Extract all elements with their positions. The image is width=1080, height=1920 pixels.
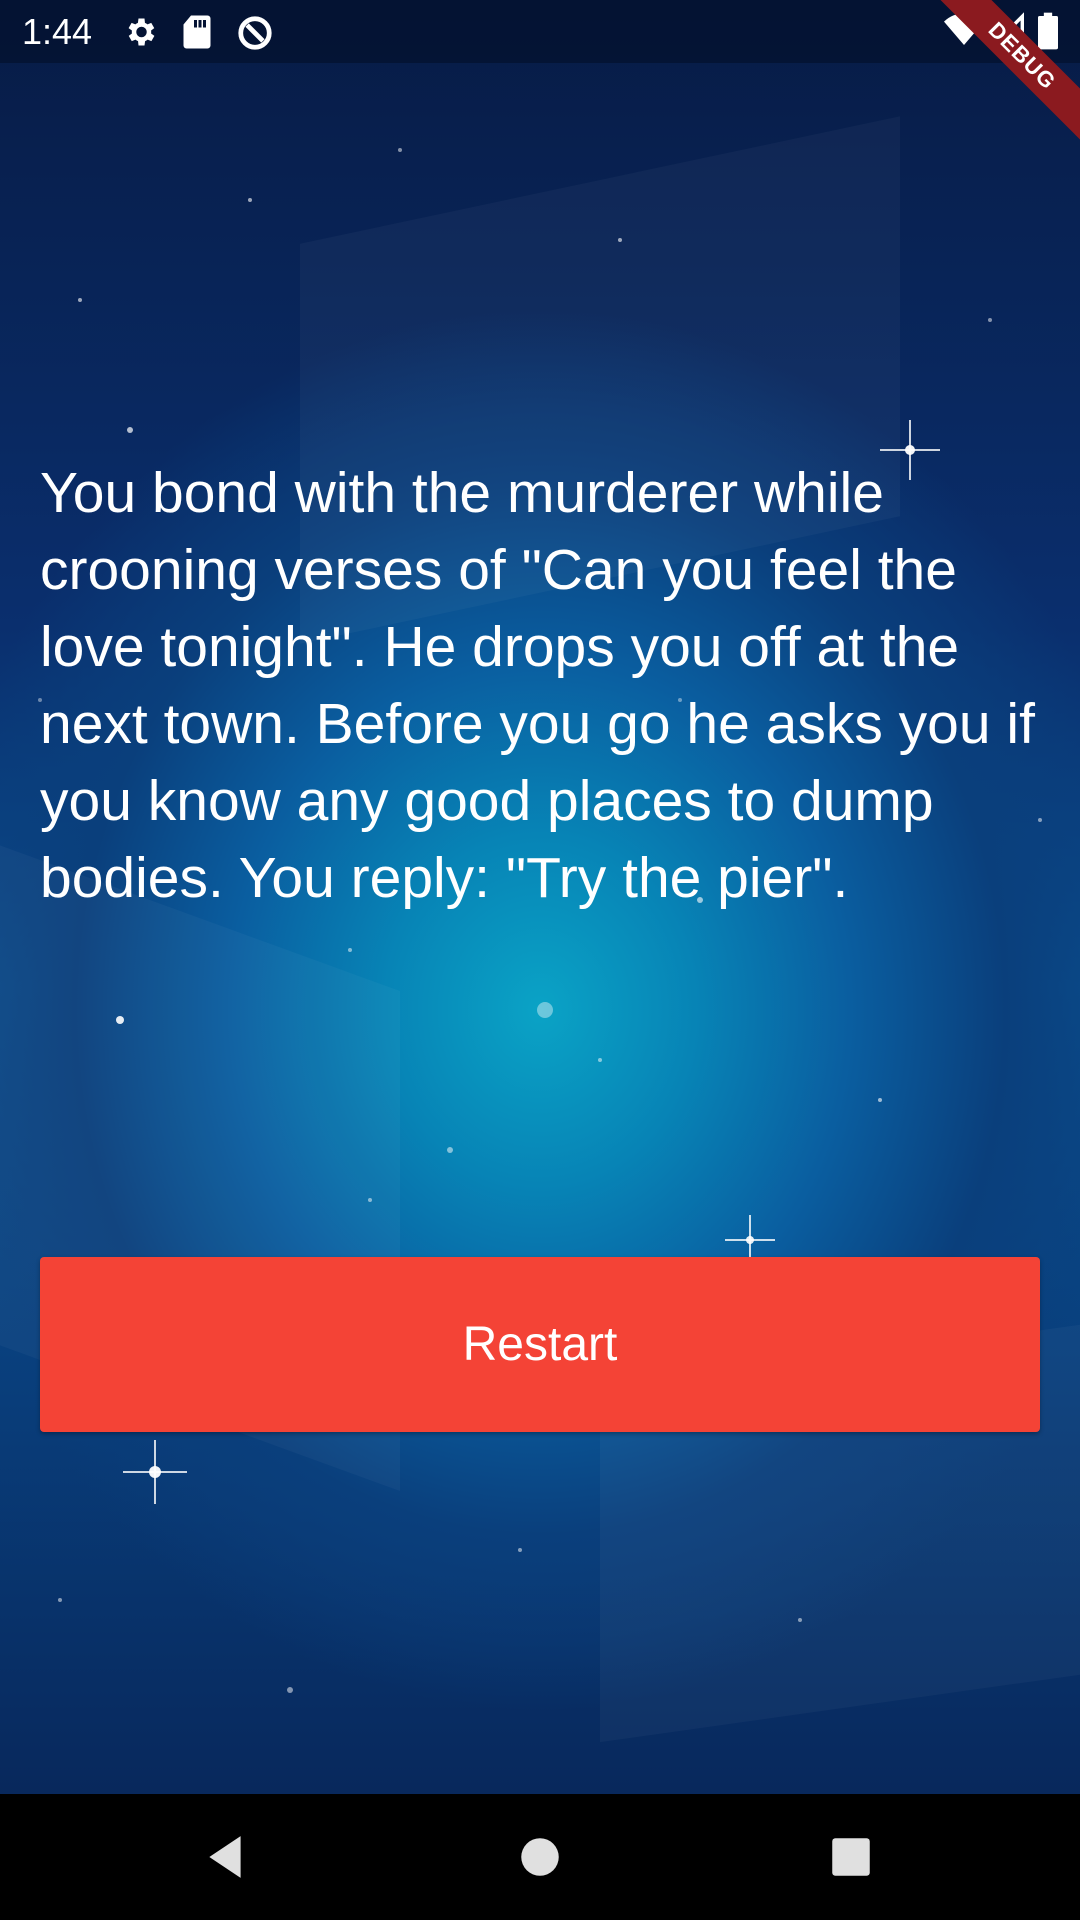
status-bar: 1:44 DEBUG [0,0,1080,154]
back-icon [209,1836,241,1878]
status-time: 1:44 [22,11,93,52]
navigation-bar [0,1794,1080,1920]
home-icon [521,1838,559,1876]
settings-icon [122,14,158,55]
story-text: You bond with the murderer while croonin… [40,461,1035,910]
app-status-icon [236,14,274,57]
recents-button[interactable] [818,1824,884,1890]
wifi-icon [944,12,984,53]
screen: 1:44 DEBUG You bond with the murderer wh… [0,0,1080,1920]
cell-signal-icon [989,12,1024,53]
home-button[interactable] [507,1824,573,1890]
restart-button[interactable]: Restart [40,1257,1040,1432]
battery-icon [1038,12,1058,55]
sd-card-icon [182,14,212,55]
back-button[interactable] [193,1824,259,1890]
recents-icon [832,1838,870,1876]
